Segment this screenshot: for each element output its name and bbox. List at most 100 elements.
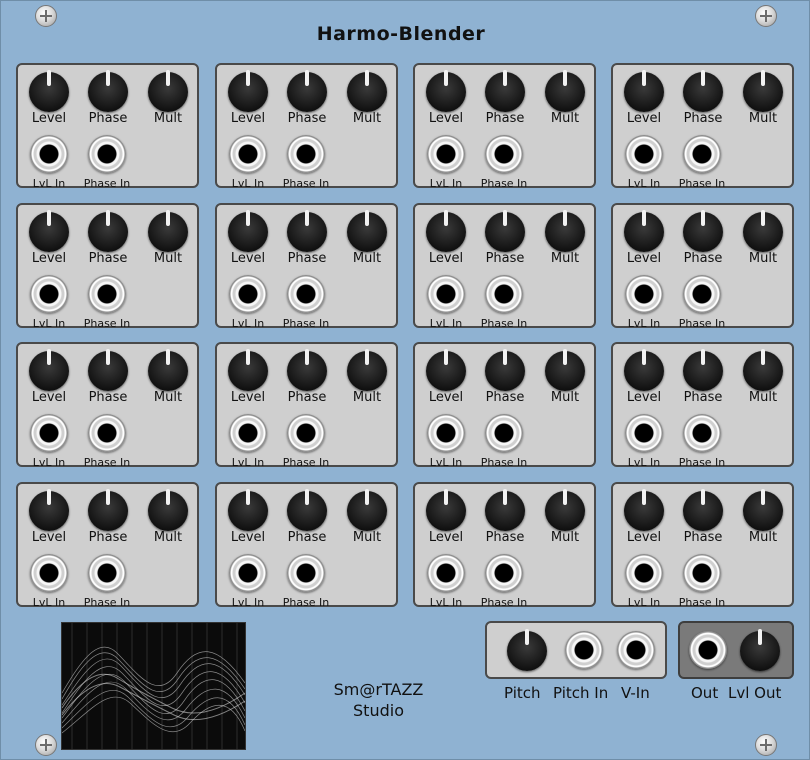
- level-knob[interactable]: [620, 347, 668, 395]
- lvl-in-jack[interactable]: [625, 135, 663, 173]
- level-knob[interactable]: [422, 68, 470, 116]
- out-jack[interactable]: [689, 631, 727, 669]
- level-knob[interactable]: [422, 208, 470, 256]
- level-knob[interactable]: [25, 68, 73, 116]
- mult-knob[interactable]: [144, 347, 192, 395]
- lvl-in-jack[interactable]: [229, 275, 267, 313]
- lvl-in-jack[interactable]: [427, 135, 465, 173]
- pitch-in-jack[interactable]: [565, 631, 603, 669]
- phase-in-label: Phase In: [480, 456, 528, 469]
- phase-in-jack[interactable]: [88, 554, 126, 592]
- mult-label: Mult: [550, 251, 580, 266]
- phase-in-jack[interactable]: [683, 275, 721, 313]
- phase-in-jack[interactable]: [683, 135, 721, 173]
- phase-knob[interactable]: [84, 208, 132, 256]
- phase-in-jack[interactable]: [88, 414, 126, 452]
- mult-label: Mult: [550, 111, 580, 126]
- phase-knob[interactable]: [84, 68, 132, 116]
- mult-label: Mult: [748, 390, 778, 405]
- mult-knob[interactable]: [144, 208, 192, 256]
- pitch-in-label: Pitch In: [553, 684, 609, 702]
- phase-in-jack[interactable]: [485, 414, 523, 452]
- phase-knob[interactable]: [481, 347, 529, 395]
- harmo-blender-panel: Harmo-Blender Level Phase Mult LvL In Phase …: [0, 0, 810, 760]
- phase-knob[interactable]: [283, 347, 331, 395]
- lvl-in-jack[interactable]: [229, 554, 267, 592]
- level-knob[interactable]: [25, 208, 73, 256]
- lvl-out-knob[interactable]: [736, 627, 784, 675]
- mult-knob[interactable]: [541, 347, 589, 395]
- mult-knob[interactable]: [343, 208, 391, 256]
- level-knob[interactable]: [224, 487, 272, 535]
- level-knob[interactable]: [224, 208, 272, 256]
- level-knob[interactable]: [25, 487, 73, 535]
- harmonic-module-9: Level Phase Mult LvL In Phase In: [16, 342, 199, 469]
- phase-knob[interactable]: [679, 68, 727, 116]
- lvl-in-jack[interactable]: [30, 275, 68, 313]
- mult-knob[interactable]: [343, 68, 391, 116]
- phase-in-label: Phase In: [678, 317, 726, 330]
- lvl-in-jack[interactable]: [427, 275, 465, 313]
- phase-knob[interactable]: [283, 487, 331, 535]
- level-knob[interactable]: [224, 68, 272, 116]
- harmonic-module-7: Level Phase Mult LvL In Phase In: [413, 203, 596, 330]
- phase-knob[interactable]: [679, 208, 727, 256]
- lvl-in-jack[interactable]: [229, 414, 267, 452]
- phase-in-jack[interactable]: [88, 135, 126, 173]
- phase-in-jack[interactable]: [287, 275, 325, 313]
- lvl-in-jack[interactable]: [625, 554, 663, 592]
- mult-knob[interactable]: [739, 208, 787, 256]
- phase-knob[interactable]: [481, 68, 529, 116]
- harmonic-module-10: Level Phase Mult LvL In Phase In: [215, 342, 398, 469]
- level-knob[interactable]: [25, 347, 73, 395]
- mult-label: Mult: [748, 111, 778, 126]
- lvl-in-jack[interactable]: [30, 414, 68, 452]
- mult-knob[interactable]: [343, 487, 391, 535]
- phase-in-jack[interactable]: [485, 275, 523, 313]
- level-knob[interactable]: [620, 487, 668, 535]
- mult-knob[interactable]: [541, 487, 589, 535]
- phase-knob[interactable]: [679, 487, 727, 535]
- mult-knob[interactable]: [144, 68, 192, 116]
- level-knob[interactable]: [620, 68, 668, 116]
- mult-knob[interactable]: [739, 347, 787, 395]
- mult-knob[interactable]: [739, 68, 787, 116]
- phase-knob[interactable]: [481, 208, 529, 256]
- lvl-in-jack[interactable]: [30, 135, 68, 173]
- phase-knob[interactable]: [679, 347, 727, 395]
- lvl-in-jack[interactable]: [229, 135, 267, 173]
- phase-knob[interactable]: [84, 347, 132, 395]
- harmonic-module-14: Level Phase Mult LvL In Phase In: [215, 482, 398, 609]
- phase-in-jack[interactable]: [683, 554, 721, 592]
- phase-in-jack[interactable]: [287, 414, 325, 452]
- phase-in-jack[interactable]: [485, 135, 523, 173]
- phase-knob[interactable]: [84, 487, 132, 535]
- phase-knob[interactable]: [481, 487, 529, 535]
- mult-knob[interactable]: [541, 68, 589, 116]
- lvl-in-jack[interactable]: [30, 554, 68, 592]
- mult-knob[interactable]: [739, 487, 787, 535]
- lvl-in-jack[interactable]: [625, 414, 663, 452]
- phase-in-jack[interactable]: [287, 554, 325, 592]
- level-knob[interactable]: [422, 347, 470, 395]
- level-knob[interactable]: [422, 487, 470, 535]
- phase-in-jack[interactable]: [485, 554, 523, 592]
- phase-in-jack[interactable]: [683, 414, 721, 452]
- phase-knob[interactable]: [283, 208, 331, 256]
- mult-knob[interactable]: [541, 208, 589, 256]
- phase-in-jack[interactable]: [287, 135, 325, 173]
- v-in-jack[interactable]: [617, 631, 655, 669]
- mult-knob[interactable]: [144, 487, 192, 535]
- lvl-out-label: Lvl Out: [728, 684, 782, 702]
- mult-label: Mult: [352, 390, 382, 405]
- brand-line-2: Studio: [353, 701, 404, 720]
- phase-knob[interactable]: [283, 68, 331, 116]
- lvl-in-jack[interactable]: [427, 414, 465, 452]
- level-knob[interactable]: [224, 347, 272, 395]
- pitch-knob[interactable]: [503, 627, 551, 675]
- lvl-in-jack[interactable]: [427, 554, 465, 592]
- level-knob[interactable]: [620, 208, 668, 256]
- lvl-in-jack[interactable]: [625, 275, 663, 313]
- phase-in-jack[interactable]: [88, 275, 126, 313]
- mult-knob[interactable]: [343, 347, 391, 395]
